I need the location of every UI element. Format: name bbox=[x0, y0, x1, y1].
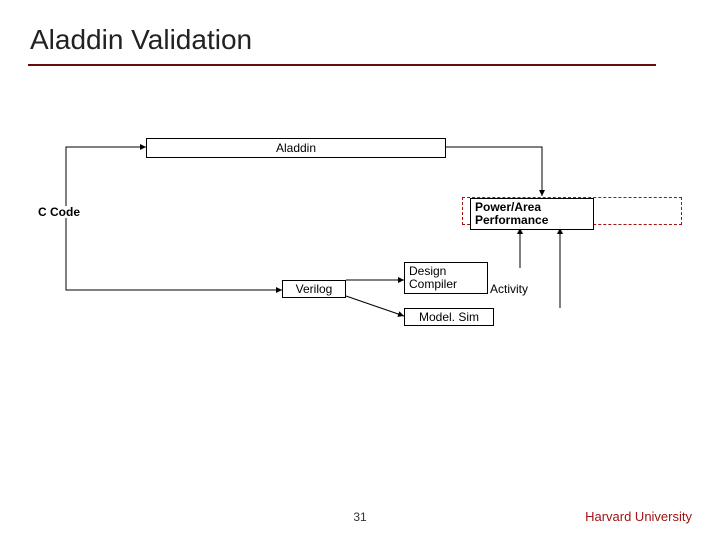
power-area-line2: Performance bbox=[475, 214, 548, 227]
verilog-node: Verilog bbox=[282, 280, 346, 298]
modelsim-label: Model. Sim bbox=[419, 310, 479, 324]
slide: Aladdin Validation Aladdin C Code Power/… bbox=[0, 0, 720, 540]
activity-label: Activity bbox=[490, 282, 528, 296]
c-code-node: C Code bbox=[38, 205, 80, 219]
title-underline bbox=[28, 64, 656, 66]
aladdin-label: Aladdin bbox=[276, 141, 316, 155]
power-area-performance-node: Power/Area Performance bbox=[470, 198, 594, 230]
verilog-label: Verilog bbox=[296, 282, 333, 296]
modelsim-node: Model. Sim bbox=[404, 308, 494, 326]
design-compiler-node: Design Compiler bbox=[404, 262, 488, 294]
design-compiler-line2: Compiler bbox=[409, 278, 457, 291]
footer-university: Harvard University bbox=[585, 509, 692, 524]
aladdin-node: Aladdin bbox=[146, 138, 446, 158]
page-title: Aladdin Validation bbox=[30, 24, 252, 56]
connectors bbox=[0, 0, 720, 540]
